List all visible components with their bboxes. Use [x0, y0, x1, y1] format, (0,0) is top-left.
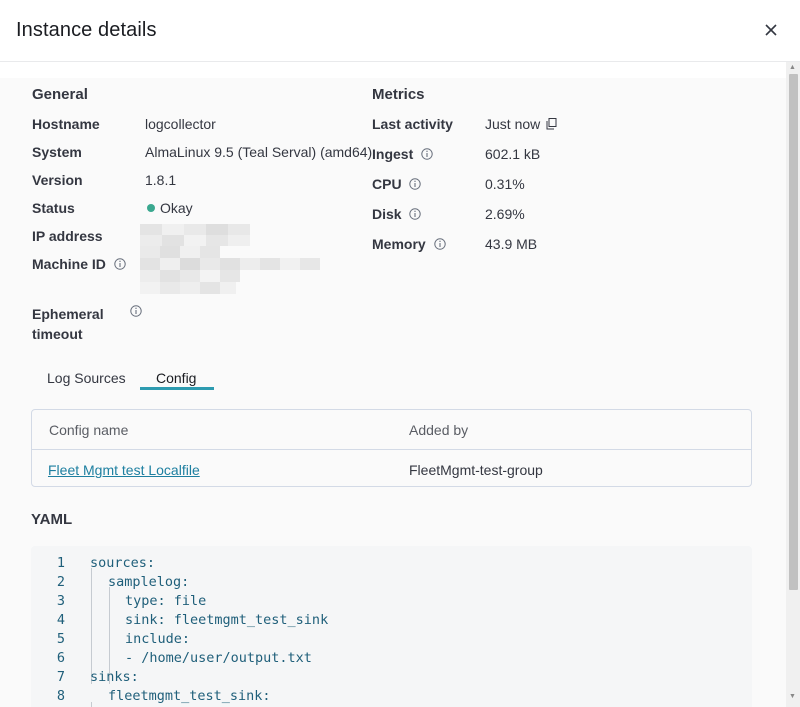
machine-id-redacted [140, 246, 320, 294]
indent-guide [91, 702, 92, 707]
code-text: - /home/user/output.txt [125, 650, 312, 666]
scroll-up-arrow-icon[interactable]: ▲ [789, 64, 796, 72]
ingest-label: Ingest [372, 146, 433, 162]
line-number: 2 [56, 574, 65, 590]
close-button[interactable] [760, 19, 782, 41]
memory-value: 43.9 MB [485, 236, 538, 252]
cpu-label-text: CPU [372, 176, 402, 192]
code-text: include: [125, 631, 191, 647]
ingest-label-text: Ingest [372, 146, 414, 162]
machine-id-label-text: Machine ID [32, 256, 106, 272]
column-header-added-by[interactable]: Added by [409, 422, 468, 438]
info-icon[interactable] [421, 148, 433, 160]
system-label: System [32, 144, 82, 160]
table-row: Fleet Mgmt test Localfile [48, 462, 200, 478]
line-number: 7 [56, 669, 65, 685]
ephemeral-label-line2: timeout [32, 326, 83, 342]
code-text: samplelog: [108, 574, 190, 590]
status-text: Okay [160, 200, 193, 216]
hostname-label: Hostname [32, 116, 100, 132]
ip-address-label: IP address [32, 228, 103, 244]
ingest-value: 602.1 kB [485, 146, 541, 162]
body-top-strip [0, 62, 786, 78]
config-table: Config name Added by Fleet Mgmt test Loc… [31, 409, 752, 487]
indent-guide [91, 568, 92, 684]
info-icon[interactable] [130, 305, 142, 317]
machine-id-label: Machine ID [32, 256, 126, 272]
dialog-body[interactable]: General Hostname logcollector System Alm… [0, 62, 786, 707]
info-icon[interactable] [114, 258, 126, 270]
scrollbar-thumb[interactable] [789, 74, 798, 590]
disk-label: Disk [372, 206, 422, 222]
ip-address-redacted [140, 224, 250, 246]
memory-label-text: Memory [372, 236, 426, 252]
tab-active-indicator [140, 387, 214, 390]
last-activity-label: Last activity [372, 116, 453, 132]
line-number: 1 [56, 555, 65, 571]
version-value: 1.8.1 [145, 172, 177, 188]
cpu-value: 0.31% [485, 176, 525, 192]
line-number: 5 [56, 631, 65, 647]
metrics-section-title: Metrics [372, 86, 425, 103]
dialog-header: Instance details [0, 0, 800, 62]
disk-value: 2.69% [485, 206, 525, 222]
config-name-link[interactable]: Fleet Mgmt test Localfile [48, 462, 200, 478]
code-text: type: file [125, 593, 207, 609]
version-label: Version [32, 172, 83, 188]
code-text: fleetmgmt_test_sink: [108, 688, 271, 704]
ephemeral-timeout-label: Ephemeral timeout [32, 304, 104, 344]
code-text: sources: [90, 555, 156, 571]
hostname-value: logcollector [145, 116, 216, 132]
info-icon[interactable] [409, 208, 422, 220]
status-value: Okay [147, 200, 193, 216]
copy-icon[interactable] [546, 118, 557, 130]
info-icon[interactable] [409, 178, 422, 190]
line-number: 4 [56, 612, 65, 628]
memory-label: Memory [372, 236, 446, 252]
dialog-title: Instance details [16, 19, 157, 41]
line-number: 3 [56, 593, 65, 609]
line-number: 8 [56, 688, 65, 704]
close-icon [765, 24, 777, 36]
scroll-down-arrow-icon[interactable]: ▼ [789, 693, 796, 701]
info-icon[interactable] [433, 238, 446, 250]
disk-label-text: Disk [372, 206, 402, 222]
status-label: Status [32, 200, 75, 216]
yaml-code-block[interactable]: 1 sources: 2 samplelog: 3 type: file 4 sink:… [31, 546, 752, 707]
tab-config[interactable]: Config [156, 366, 196, 396]
tab-log-sources[interactable]: Log Sources [47, 366, 126, 396]
last-activity-value: Just now [485, 116, 557, 132]
yaml-section-title: YAML [31, 511, 73, 528]
line-number: 6 [56, 650, 65, 666]
table-header: Config name Added by [32, 410, 751, 450]
system-value: AlmaLinux 9.5 (Teal Serval) (amd64) [145, 144, 373, 160]
code-text: sink: fleetmgmt_test_sink [125, 612, 329, 628]
cpu-label: CPU [372, 176, 422, 192]
added-by-cell: FleetMgmt-test-group [409, 462, 543, 478]
last-activity-text: Just now [485, 116, 541, 132]
ephemeral-label-line1: Ephemeral [32, 306, 104, 322]
status-dot-icon [147, 204, 155, 212]
column-header-config-name[interactable]: Config name [49, 422, 128, 438]
code-text: sinks: [90, 669, 139, 685]
general-section-title: General [32, 86, 88, 103]
